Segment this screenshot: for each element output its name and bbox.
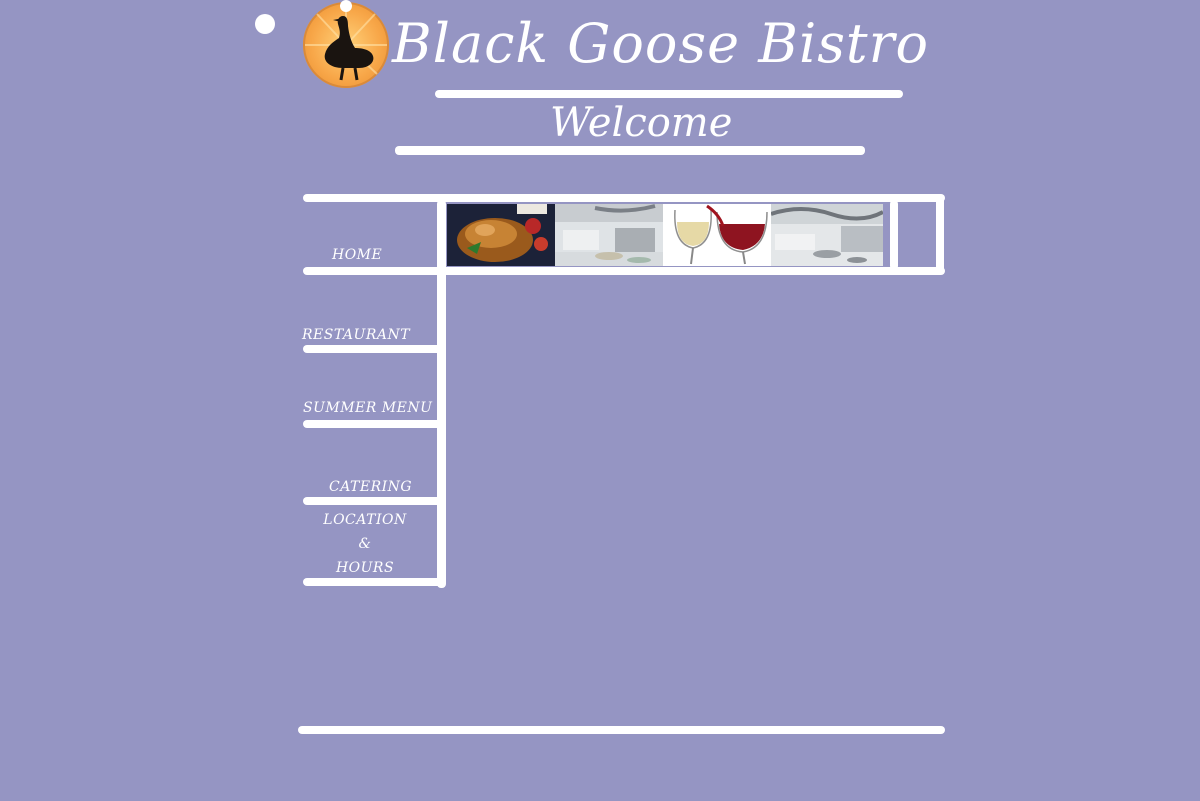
nav-catering-link[interactable]: CATERING xyxy=(329,479,412,495)
nav-divider xyxy=(303,345,441,353)
banner-bottom-border xyxy=(303,267,945,275)
page-heading: Welcome xyxy=(550,100,733,146)
wine-glasses-photo xyxy=(663,204,771,266)
banner-top-border xyxy=(303,194,945,202)
photo-banner xyxy=(447,204,883,266)
dining-room-photo xyxy=(555,204,663,266)
nav-summer-menu-link[interactable]: SUMMER MENU xyxy=(303,400,432,416)
nav-location-line: LOCATION xyxy=(323,512,407,528)
nav-bottom-border xyxy=(303,578,445,586)
nav-vertical-divider xyxy=(437,200,446,588)
banner-right-border xyxy=(936,194,944,274)
nav-restaurant-link[interactable]: RESTAURANT xyxy=(302,327,410,343)
nav-home-link[interactable]: HOME xyxy=(332,247,382,263)
chef-hat-icon xyxy=(340,0,352,12)
roast-chicken-photo xyxy=(447,204,555,266)
heading-underline xyxy=(395,146,865,155)
footer-divider xyxy=(298,726,945,734)
nav-ampersand-line: & xyxy=(358,536,372,552)
nav-location-hours-link[interactable]: LOCATION & HOURS xyxy=(322,508,408,580)
banner-inner-divider xyxy=(890,200,898,270)
restaurant-interior-photo xyxy=(771,204,883,266)
nav-hours-line: HOURS xyxy=(335,560,395,576)
goose-logo[interactable] xyxy=(303,2,389,88)
nav-divider xyxy=(303,497,441,505)
title-underline xyxy=(435,90,903,98)
site-title: Black Goose Bistro xyxy=(392,12,929,75)
decorative-dot xyxy=(255,14,275,34)
goose-icon xyxy=(305,4,387,81)
nav-divider xyxy=(303,420,441,428)
